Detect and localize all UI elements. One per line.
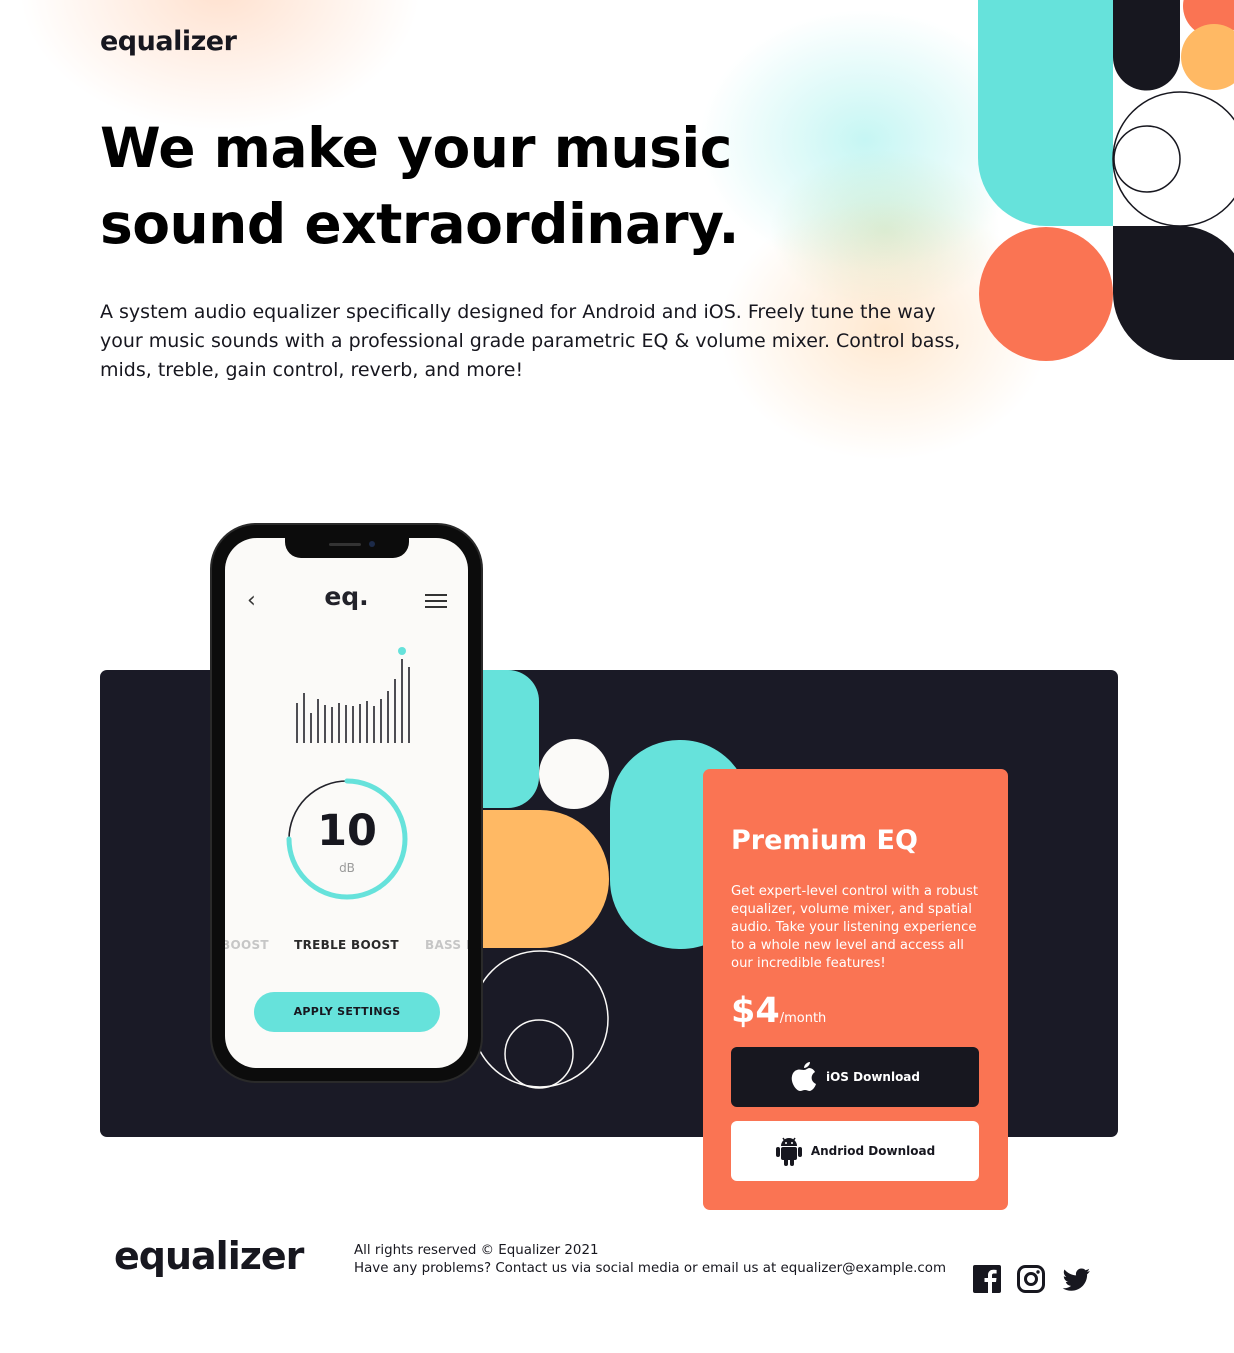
- mode-option[interactable]: BASS B: [425, 938, 468, 952]
- equalizer-bars: [296, 647, 410, 743]
- price: $4/month: [731, 991, 826, 1031]
- card-title: Premium EQ: [731, 825, 918, 856]
- hamburger-icon[interactable]: [425, 594, 447, 608]
- phone-screen: ‹ eq. 10 dB BOOST TREBLE BOOST BASS APPL…: [225, 538, 468, 1068]
- contact-text: Have any problems? Contact us via social…: [354, 1261, 946, 1276]
- instagram-icon[interactable]: [1016, 1264, 1046, 1294]
- android-icon: [775, 1137, 802, 1166]
- twitter-icon[interactable]: [1061, 1264, 1091, 1294]
- ios-download-label: iOS Download: [825, 1070, 920, 1084]
- header-logo[interactable]: equalizer: [100, 26, 237, 57]
- price-period: /month: [779, 1011, 827, 1026]
- gain-unit: dB: [339, 861, 355, 875]
- copyright-text: All rights reserved © Equalizer 2021: [354, 1243, 599, 1258]
- card-description: Get expert-level control with a robust e…: [731, 884, 979, 971]
- phone-notch: [285, 538, 409, 558]
- apple-icon: [791, 1062, 816, 1091]
- speaker-grill: [329, 543, 361, 546]
- eq-handle[interactable]: [398, 647, 406, 655]
- premium-card: Premium EQ Get expert-level control with…: [703, 769, 1008, 1210]
- gain-value: 10: [317, 806, 377, 856]
- footer-logo[interactable]: equalizer: [114, 1234, 304, 1278]
- phone-mockup: ‹ eq. 10 dB BOOST TREBLE BOOST BASS APPL…: [212, 525, 481, 1081]
- ios-download-button[interactable]: iOS Download: [731, 1047, 979, 1107]
- panel-decorative-shapes: [480, 670, 740, 1089]
- android-download-label: Andriod Download: [810, 1144, 936, 1158]
- camera-icon: [369, 541, 375, 547]
- facebook-icon[interactable]: [972, 1264, 1002, 1294]
- price-amount: $4: [731, 991, 780, 1031]
- hero-title: We make your music sound extraordinary.: [100, 116, 739, 256]
- hero-description: A system audio equalizer specifically de…: [100, 301, 961, 381]
- footer-info: All rights reserved © Equalizer 2021 Hav…: [354, 1242, 954, 1278]
- decorative-pattern: [978, 0, 1234, 361]
- apply-settings-button[interactable]: APPLY SETTINGS: [254, 992, 440, 1032]
- android-download-button[interactable]: Andriod Download: [731, 1121, 979, 1181]
